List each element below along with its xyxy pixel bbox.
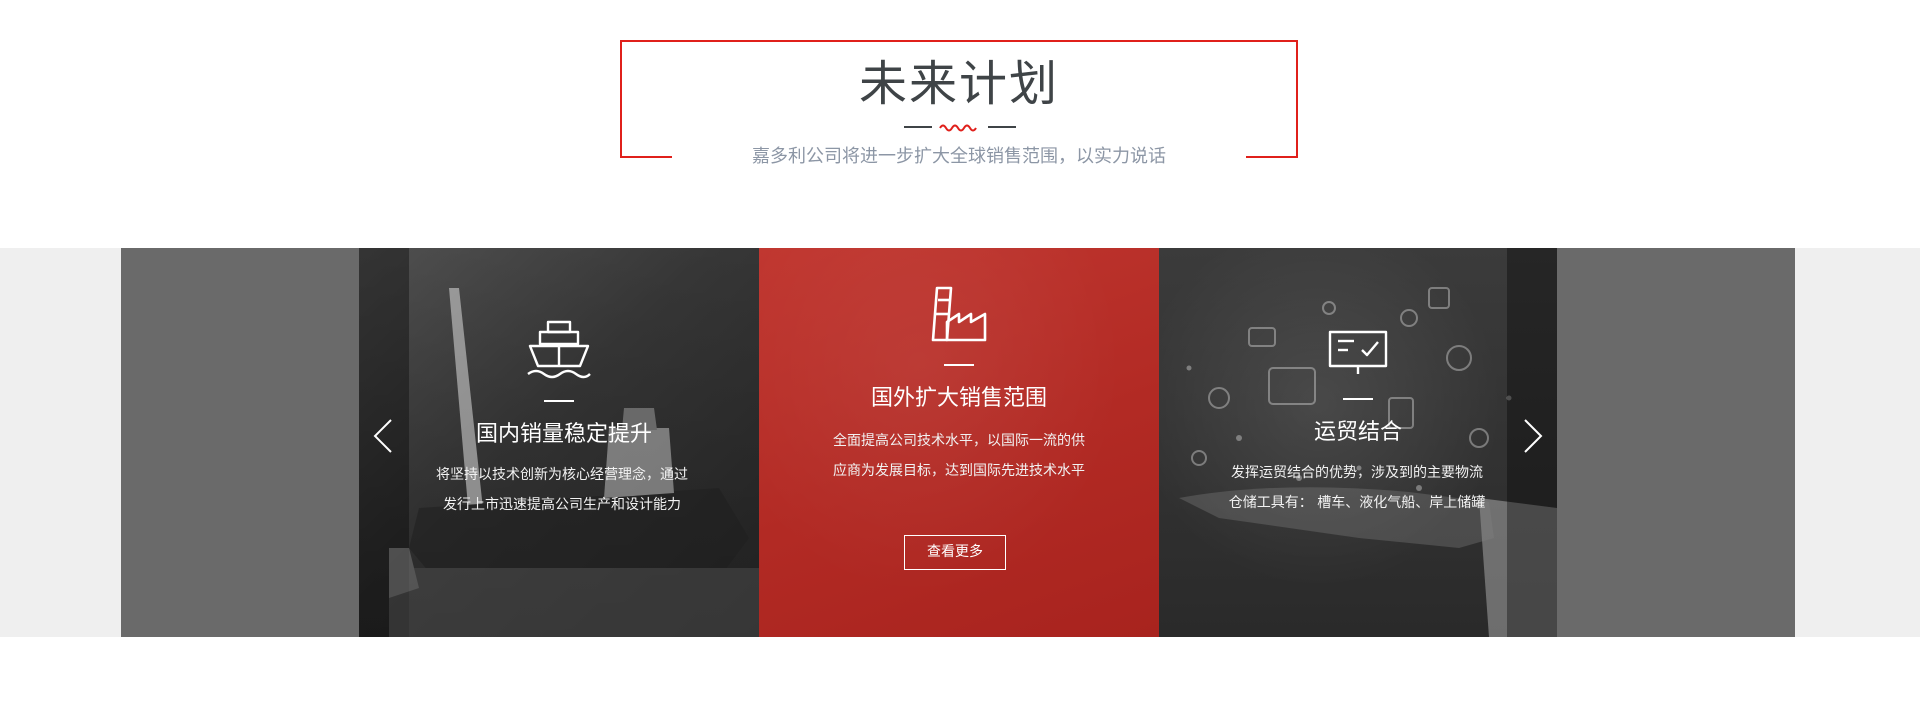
title-frame-foot-right	[1246, 156, 1298, 158]
card-description: 全面提高公司技术水平，以国际一流的供应商为发展目标，达到国际先进技术水平	[833, 433, 1085, 479]
monitor-check-icon	[1328, 330, 1388, 374]
card-divider	[1343, 398, 1373, 400]
carousel-section: 国内销量稳定提升 将坚持以技术创新为核心经营理念，通过发行上市迅速提高公司生产和…	[0, 248, 1920, 637]
card-title: 运贸结合	[1313, 420, 1402, 445]
carousel-stage: 国内销量稳定提升 将坚持以技术创新为核心经营理念，通过发行上市迅速提高公司生产和…	[359, 248, 1557, 637]
carousel-card-domestic[interactable]: 国内销量稳定提升 将坚持以技术创新为核心经营理念，通过发行上市迅速提高公司生产和…	[359, 248, 759, 637]
card-divider	[944, 364, 974, 366]
carousel-card-overseas[interactable]: 国外扩大销售范围 全面提高公司技术水平，以国际一流的供应商为发展目标，达到国际先…	[759, 248, 1159, 637]
card-description: 将坚持以技术创新为核心经营理念，通过发行上市迅速提高公司生产和设计能力	[436, 467, 688, 513]
chevron-right-icon[interactable]	[1521, 416, 1545, 456]
page-subtitle: 嘉多利公司将进一步扩大全球销售范围，以实力说话	[752, 146, 1166, 167]
chevron-left-icon[interactable]	[371, 416, 395, 456]
carousel-backdrop: 国内销量稳定提升 将坚持以技术创新为核心经营理念，通过发行上市迅速提高公司生产和…	[121, 248, 1795, 637]
card-divider	[544, 400, 574, 402]
title-ornament	[904, 124, 1016, 132]
view-more-button[interactable]: 查看更多	[904, 535, 1006, 570]
title-frame-foot-left	[620, 156, 672, 158]
factory-icon	[931, 286, 987, 342]
page-title: 未来计划	[858, 56, 1059, 112]
ship-icon	[527, 320, 591, 379]
card-description: 发挥运贸结合的优势，涉及到的主要物流仓储工具有： 槽车、液化气船、岸上储罐	[1228, 465, 1486, 511]
card-title: 国外扩大销售范围	[870, 386, 1047, 411]
card-title: 国内销量稳定提升	[475, 422, 652, 447]
carousel-card-trade[interactable]: 运贸结合 发挥运贸结合的优势，涉及到的主要物流仓储工具有： 槽车、液化气船、岸上…	[1159, 248, 1557, 637]
